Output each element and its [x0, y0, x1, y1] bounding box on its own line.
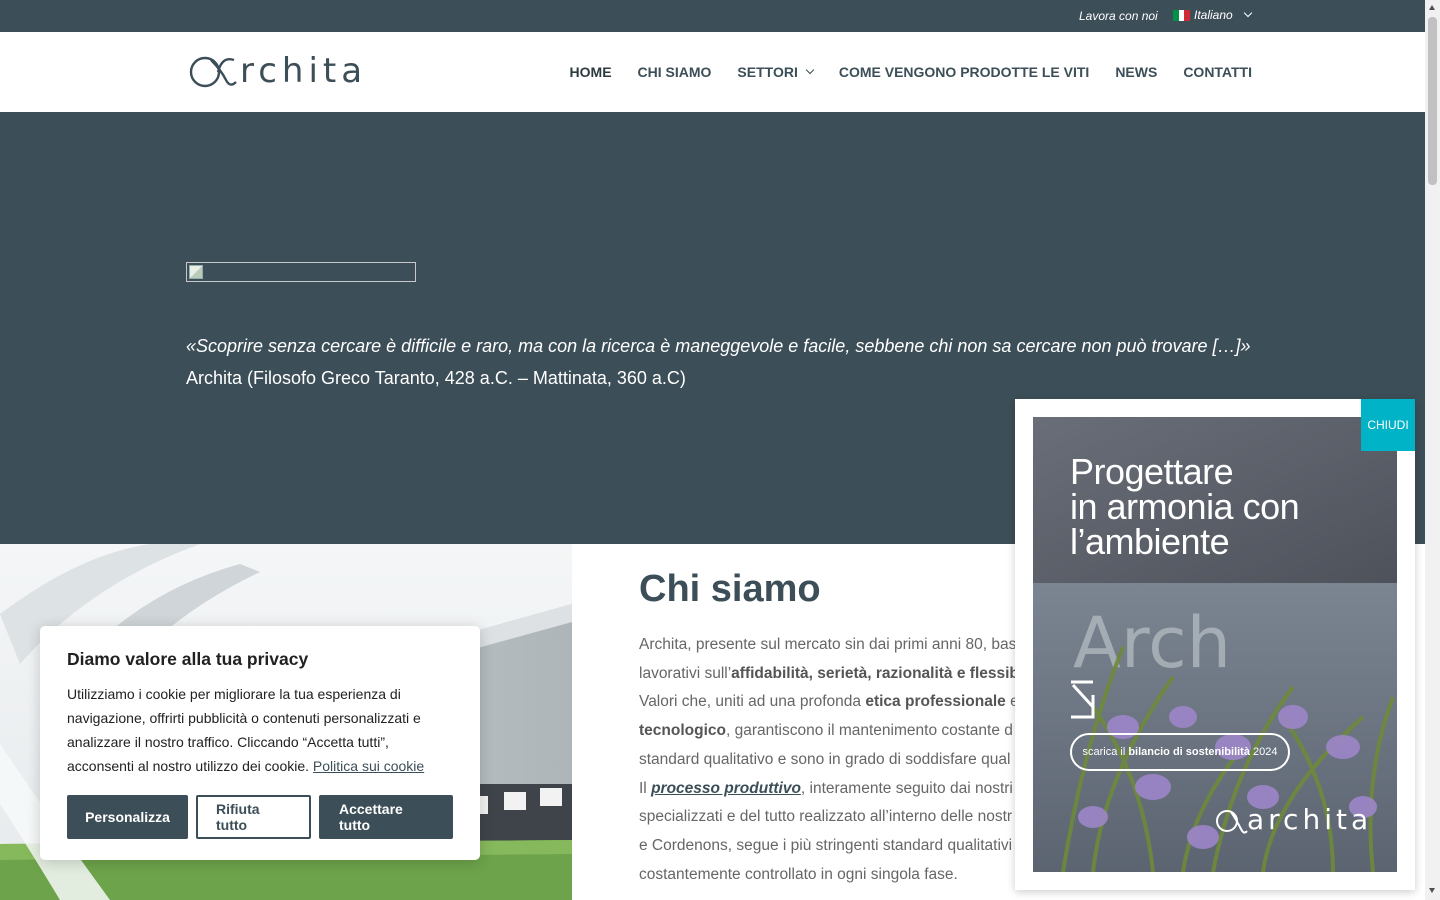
customize-button[interactable]: Personalizza — [67, 795, 188, 839]
popup-brand: archita — [1247, 803, 1373, 836]
text-line: standard qualitativo e sono in grado di … — [639, 750, 1011, 768]
nav-settori-label: SETTORI — [737, 64, 798, 80]
popup-heading: Progettare in armonia con l’ambiente — [1070, 451, 1300, 562]
pill-text: scarica il — [1082, 746, 1126, 758]
hero-quote: «Scoprire senza cercare è difficile e ra… — [186, 336, 1251, 356]
text-line: , interamente seguito dai nostri in — [800, 779, 1030, 797]
cookie-banner: Diamo valore alla tua privacy Utilizziam… — [40, 626, 480, 860]
scrollbar-thumb[interactable] — [1428, 17, 1437, 185]
text-line: specializzati e del tutto realizzato all… — [639, 808, 1013, 826]
sustainability-banner[interactable]: Arch Progettare in armonia con l’ambient… — [1033, 417, 1397, 872]
popup-close-button[interactable]: CHIUDI — [1361, 399, 1415, 451]
nav-produzione-viti[interactable]: COME VENGONO PRODOTTE LE VITI — [839, 64, 1089, 80]
processo-produttivo-link[interactable]: processo produttivo — [651, 780, 801, 797]
nav-contatti[interactable]: CONTATTI — [1183, 64, 1252, 80]
svg-text:Arch: Arch — [1073, 602, 1231, 684]
chi-siamo-title: Chi siamo — [639, 568, 821, 610]
site-header: rchita HOME CHI SIAMO SETTORI COME VENGO… — [0, 32, 1425, 112]
svg-text:rchita: rchita — [240, 51, 367, 91]
sustainability-popup: Arch Progettare in armonia con l’ambient… — [1015, 399, 1415, 890]
popup-heading-line: l’ambiente — [1070, 521, 1230, 562]
popup-heading-line: Progettare — [1070, 451, 1234, 492]
chevron-down-icon — [805, 65, 815, 75]
chevron-down-icon — [1243, 8, 1252, 18]
top-bar: Lavora con noi Italiano — [0, 0, 1425, 32]
text-line: , garantiscono il mantenimento costante … — [725, 722, 1013, 740]
text-line: costantemente controllato in ogni singol… — [639, 865, 958, 883]
language-label: Italiano — [1194, 8, 1233, 22]
page-scrollbar[interactable] — [1425, 0, 1440, 900]
text-bold: etica professionale — [865, 693, 1006, 711]
cookie-buttons: Personalizza Rifiuta tutto Accettare tut… — [67, 795, 453, 839]
italy-flag-icon — [1173, 9, 1191, 21]
nav-home[interactable]: HOME — [570, 64, 612, 80]
pill-year: 2024 — [1252, 746, 1278, 758]
text-line: Valori che, uniti ad una profonda — [639, 693, 866, 711]
broken-image — [186, 262, 416, 282]
cookie-text: Utilizziamo i cookie per migliorare la t… — [67, 682, 457, 778]
text-bold: tecnologico — [639, 722, 726, 740]
reject-all-button[interactable]: Rifiuta tutto — [196, 795, 311, 839]
work-with-us-link[interactable]: Lavora con noi — [1079, 9, 1158, 23]
text-line: Il — [639, 779, 652, 797]
scroll-up-icon[interactable] — [1429, 5, 1435, 10]
scroll-down-icon[interactable] — [1429, 888, 1435, 893]
download-report-button[interactable]: scarica il bilancio di sostenibilità 2024 — [1070, 733, 1290, 771]
nav-news[interactable]: NEWS — [1115, 64, 1157, 80]
text-line: Archita, presente sul mercato sin dai pr… — [639, 636, 1017, 653]
popup-heading-line: in armonia con — [1070, 486, 1300, 527]
language-selector[interactable]: Italiano — [1173, 8, 1252, 22]
broken-image-icon — [189, 265, 203, 279]
cookie-title: Diamo valore alla tua privacy — [67, 649, 309, 669]
main-nav: HOME CHI SIAMO SETTORI COME VENGONO PROD… — [544, 64, 1252, 80]
text-bold: affidabilità, serietà, razionalità e fle… — [731, 664, 1019, 682]
text-line: lavorativi sull’ — [639, 664, 732, 682]
archita-logo[interactable]: rchita — [188, 50, 388, 94]
pill-bold: bilancio di sostenibilità — [1128, 746, 1250, 758]
cookie-policy-link[interactable]: Politica sui cookie — [313, 758, 424, 774]
text-line: e Cordenons, segue i più stringenti stan… — [639, 836, 1013, 854]
nav-chi-siamo[interactable]: CHI SIAMO — [638, 64, 712, 80]
nav-settori[interactable]: SETTORI — [737, 64, 815, 80]
hero-quote-author: Archita (Filosofo Greco Taranto, 428 a.C… — [186, 368, 686, 388]
accept-all-button[interactable]: Accettare tutto — [319, 795, 453, 839]
side-panel — [1415, 637, 1425, 900]
